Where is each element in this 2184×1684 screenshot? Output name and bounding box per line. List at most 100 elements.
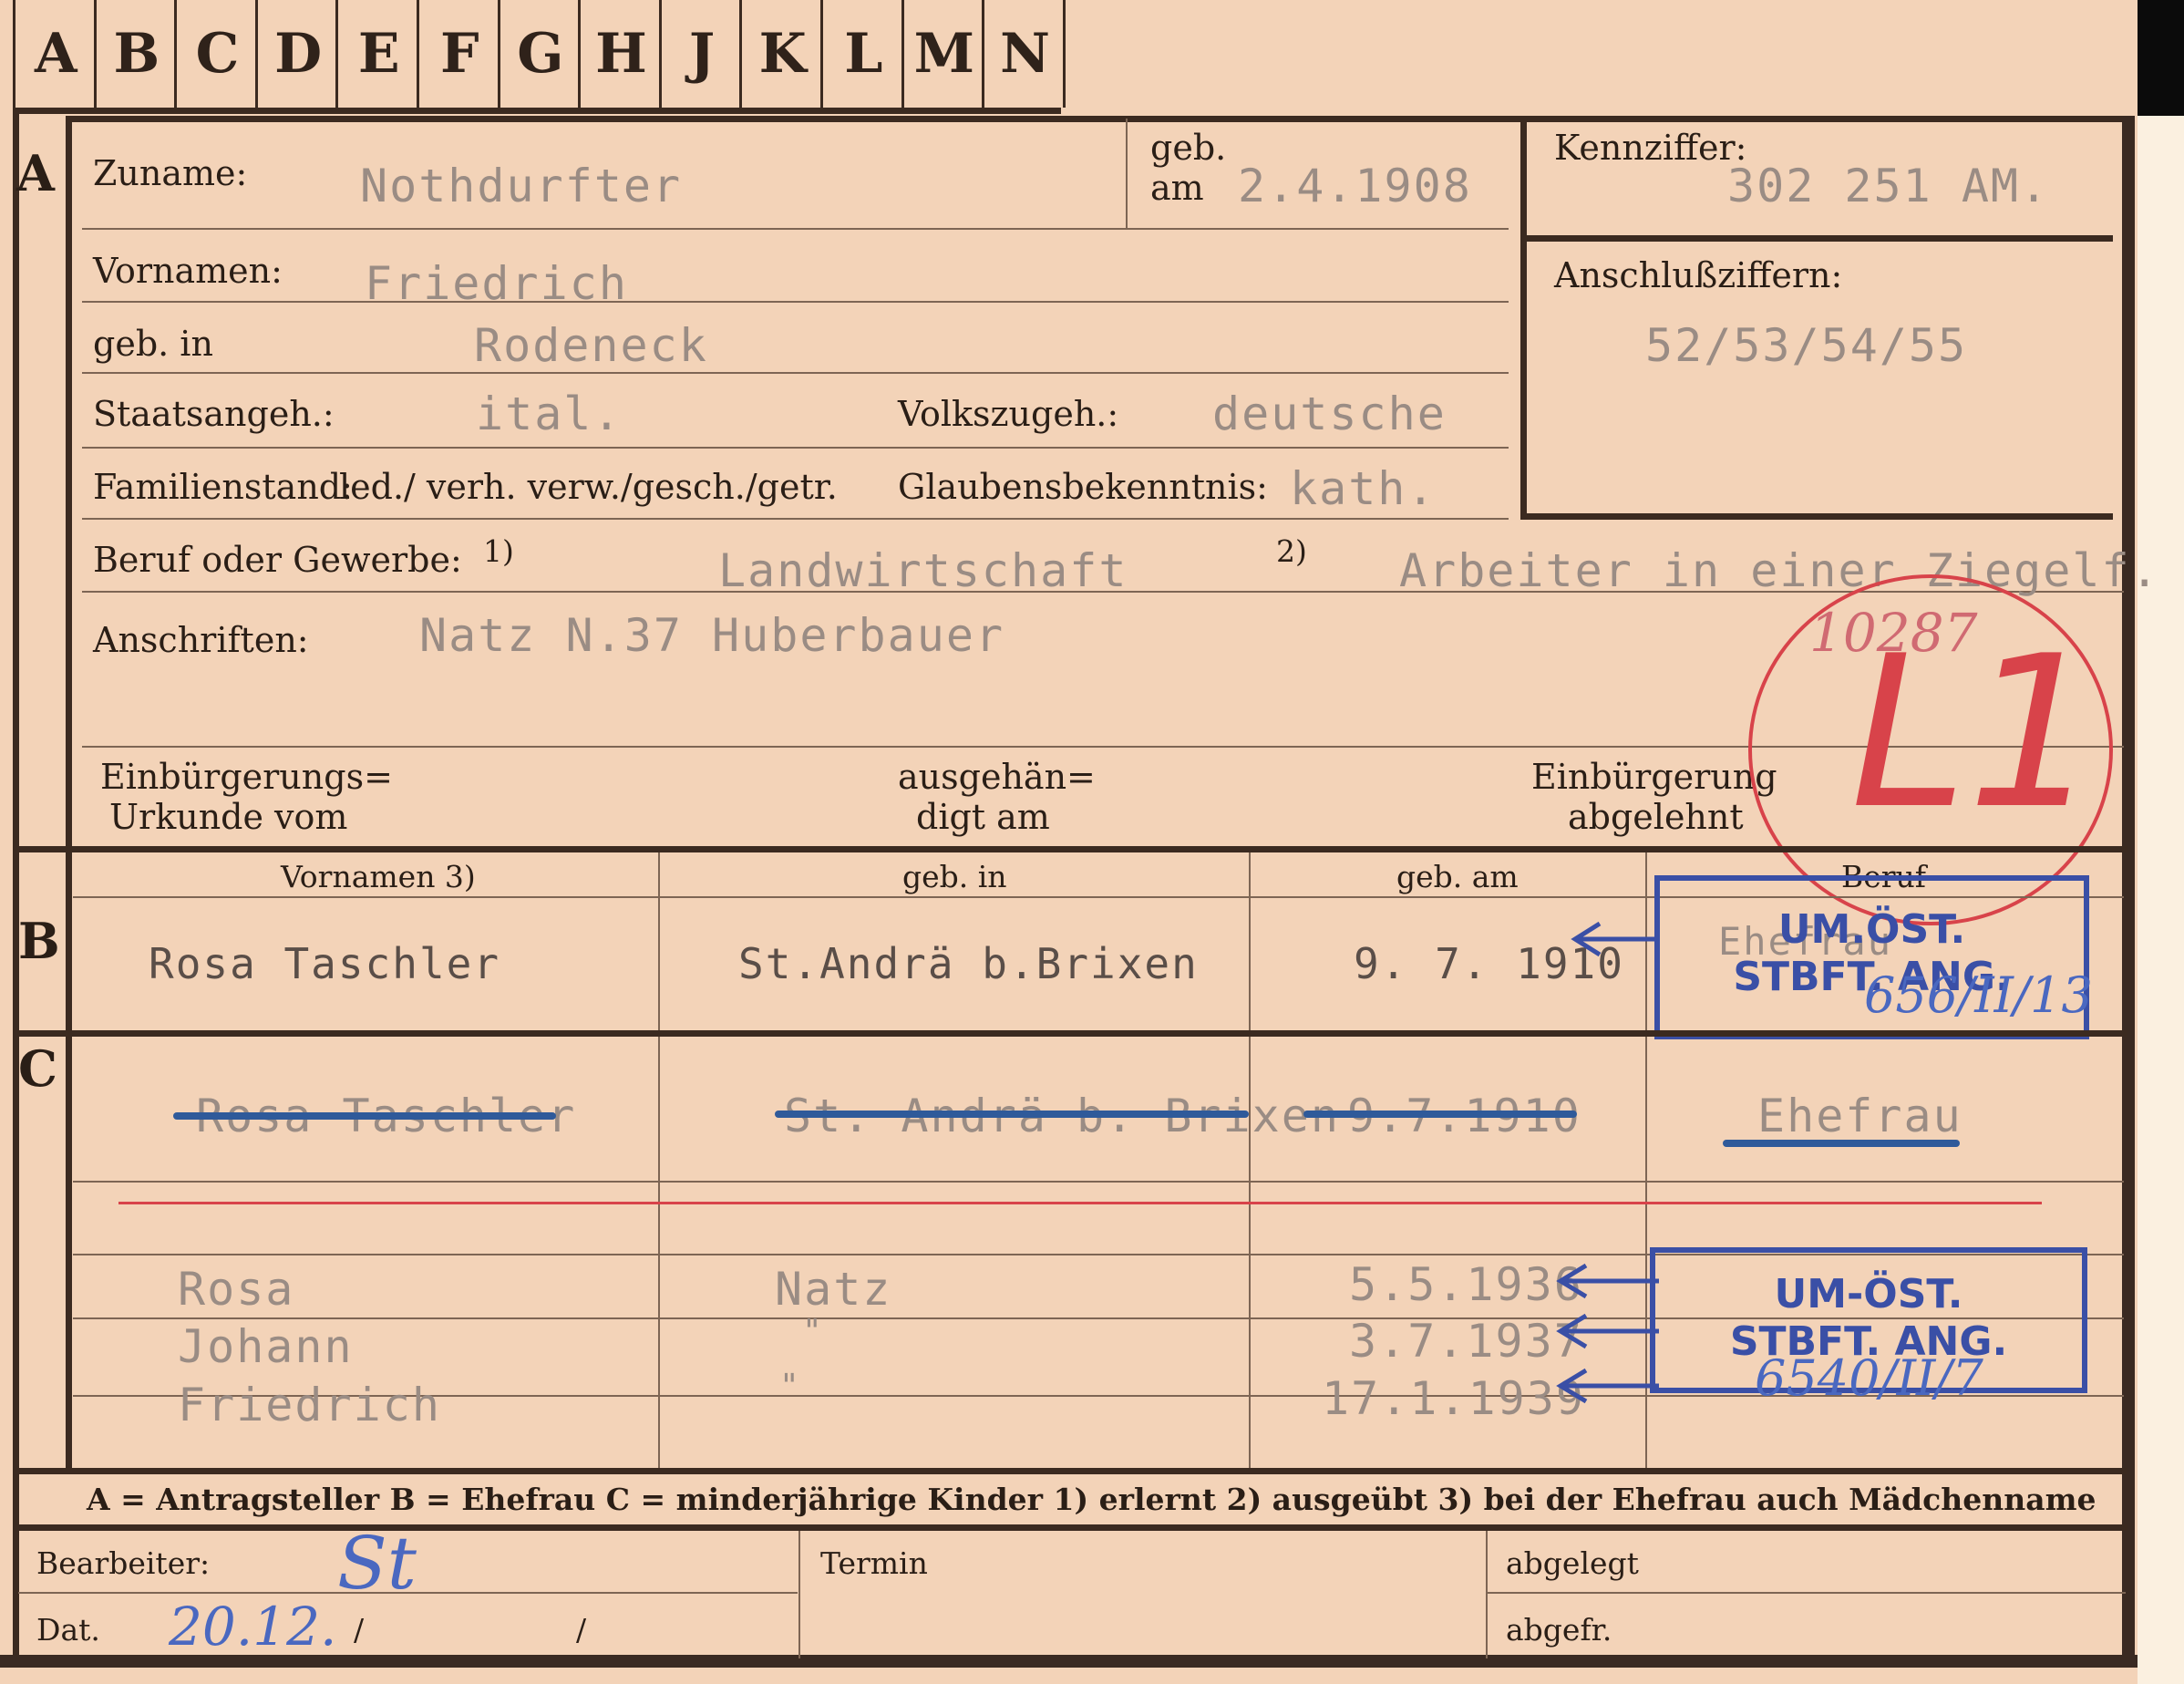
bearbeiter-value: St — [337, 1521, 417, 1606]
child-3-place: " — [779, 1368, 801, 1405]
termin-label: Termin — [820, 1545, 928, 1581]
b-letter-divider — [66, 852, 72, 1035]
legend: A = Antragsteller B = Ehefrau C = minder… — [87, 1482, 2096, 1517]
rule-zuname — [82, 228, 1509, 230]
dat-value: 20.12. — [169, 1596, 337, 1658]
rule-gebin — [82, 372, 1509, 374]
geb-in-label: geb. in — [93, 324, 213, 364]
index-tab-n: N — [982, 0, 1066, 108]
familienstand-label: Familienstand: — [93, 467, 353, 507]
legend-bottom-rule — [13, 1524, 2127, 1531]
staatsangeh-value: ital. — [476, 387, 623, 440]
familienstand-options: led./ verh. verw./gesch./getr. — [339, 467, 838, 507]
bearbeiter-label: Bearbeiter: — [36, 1545, 211, 1581]
anschluss-label: Anschlußziffern: — [1554, 255, 1843, 295]
index-tab-d: D — [254, 0, 339, 108]
staatsangeh-label: Staatsangeh.: — [93, 394, 335, 434]
section-letter-b: B — [18, 912, 60, 970]
dat-slash-2: / — [576, 1612, 587, 1648]
beruf-sup1: 1) — [483, 533, 514, 569]
b-col-div-2 — [1249, 852, 1251, 1035]
abgelegt-label: abgelegt — [1506, 1545, 1639, 1581]
ausgehaen-1: ausgehän= — [898, 757, 1096, 797]
glaubens-value: kath. — [1290, 462, 1437, 515]
c-rule-1 — [73, 1181, 2124, 1183]
rule-vornamen — [82, 301, 1509, 303]
top-rule — [66, 116, 2130, 122]
child-1-date: 5.5.1936 — [1349, 1258, 1583, 1311]
legend-top-rule — [13, 1468, 2127, 1474]
kennziffer-box-left — [1520, 119, 1527, 520]
child-3-date: 17.1.1939 — [1322, 1372, 1585, 1425]
footer-div-2 — [1486, 1531, 1488, 1658]
geb-am-value: 2.4.1908 — [1238, 160, 1472, 212]
index-tab-b: B — [93, 0, 178, 108]
vornamen-value: Friedrich — [365, 257, 628, 310]
kennziffer-box-bottom — [1520, 513, 2113, 520]
index-tabs-end — [1062, 0, 1066, 108]
child-2-name: Johann — [178, 1320, 354, 1373]
volkszugeh-value: deutsche — [1212, 387, 1447, 440]
volkszugeh-label: Volkszugeh.: — [898, 394, 1119, 434]
red-stamp-code: L1 — [1850, 612, 2101, 855]
einbuerg-urkunde-2: Urkunde vom — [109, 797, 348, 837]
kennziffer-box-rule — [1520, 235, 2113, 242]
kennziffer-label: Kennziffer: — [1554, 128, 1747, 168]
beruf-label: Beruf oder Gewerbe: — [93, 540, 462, 580]
tabs-bottom-rule — [13, 108, 1061, 114]
beruf-sup2: 2) — [1276, 533, 1307, 569]
letter-column-divider — [66, 116, 72, 854]
index-tab-e: E — [335, 0, 419, 108]
b-header-geb-am: geb. am — [1396, 859, 1519, 894]
section-letter-c: C — [18, 1039, 57, 1098]
index-tab-g: G — [497, 0, 582, 108]
child-2-place: " — [802, 1313, 824, 1350]
b-stamp-line1: UM.ÖST. — [1777, 906, 1966, 953]
b-col-div-1 — [658, 852, 660, 1035]
vornamen-label: Vornamen: — [93, 251, 283, 291]
dat-slash-1: / — [354, 1612, 365, 1648]
child-3-name: Friedrich — [178, 1379, 441, 1431]
anschriften-value: Natz N.37 Huberbauer — [419, 609, 1005, 662]
abgelehnt-1: Einbürgerung — [1531, 757, 1777, 797]
glaubens-label: Glaubensbekenntnis: — [898, 467, 1268, 507]
child-1-place: Natz — [775, 1263, 892, 1316]
rule-familien — [82, 518, 1509, 520]
index-tab-h: H — [578, 0, 662, 108]
card-right-edge — [2122, 116, 2135, 1666]
child-1-name: Rosa — [178, 1263, 295, 1316]
ausgehaen-2: digt am — [916, 797, 1050, 837]
index-tab-m: M — [901, 0, 985, 108]
b-arrow-icon — [1571, 921, 1654, 957]
footer-rule-right — [1488, 1592, 2126, 1594]
c-letter-divider — [66, 1037, 72, 1470]
index-tab-a: A — [13, 0, 97, 108]
c-stamp-line1: UM-ÖST. — [1774, 1271, 1963, 1317]
c-stamp-note: 6540/II/7 — [1755, 1349, 1983, 1407]
divider-gebam — [1126, 119, 1128, 228]
abgefr-label: abgefr. — [1506, 1612, 1612, 1648]
index-tab-f: F — [417, 0, 500, 108]
geb-am-label-1: geb. — [1150, 128, 1227, 168]
geb-am-label-2: am — [1150, 168, 1204, 208]
zuname-label: Zuname: — [93, 153, 248, 193]
b-geb-in-value: St.Andrä b.Brixen — [738, 939, 1199, 988]
b-vornamen-value: Rosa Taschler — [149, 939, 501, 988]
rule-section-c-top — [13, 1030, 2127, 1037]
index-tab-l: L — [820, 0, 904, 108]
beruf-value-1: Landwirtschaft — [718, 544, 1128, 597]
b-stamp-note: 656/II/13 — [1864, 966, 2093, 1024]
einbuerg-urkunde-1: Einbürgerungs= — [100, 757, 393, 797]
c-strike-4 — [1723, 1140, 1960, 1147]
child-2-date: 3.7.1937 — [1349, 1315, 1583, 1368]
dat-label: Dat. — [36, 1612, 100, 1648]
zuname-value: Nothdurfter — [360, 160, 683, 212]
abgelehnt-2: abgelehnt — [1568, 797, 1744, 837]
left-border — [13, 108, 19, 1658]
index-tab-j: J — [658, 0, 743, 108]
rule-staats — [82, 447, 1509, 449]
kennziffer-value: 302 251 AM. — [1727, 160, 2050, 212]
c-struck-beruf: Ehefrau — [1757, 1090, 1963, 1142]
geb-in-value: Rodeneck — [474, 319, 708, 372]
rule-section-b-top — [13, 846, 2127, 852]
